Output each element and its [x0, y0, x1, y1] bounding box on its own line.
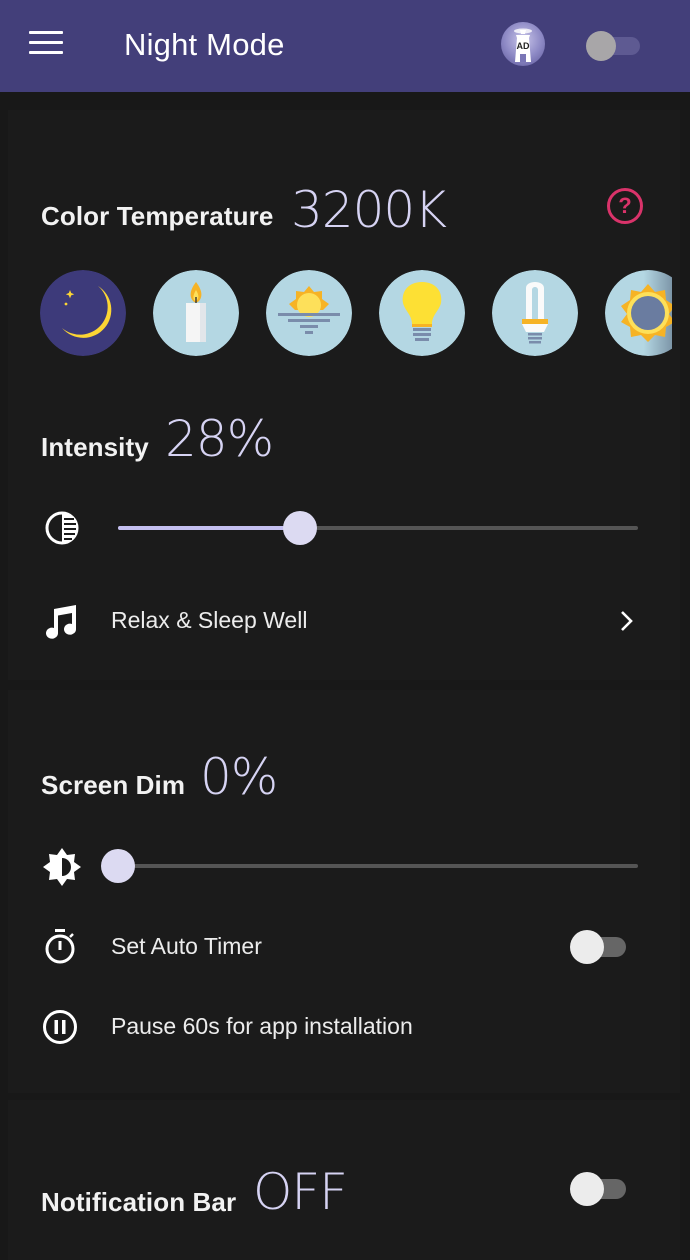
toggle-thumb — [570, 1172, 604, 1206]
screen-dim-label: Screen Dim — [41, 770, 186, 800]
music-note-icon — [46, 605, 77, 639]
app-title: Night Mode — [124, 27, 285, 62]
preset-fluorescent[interactable] — [492, 270, 578, 356]
pause-row[interactable]: Pause 60s for app installation — [8, 997, 680, 1057]
contrast-icon — [45, 511, 79, 545]
auto-timer-row[interactable]: Set Auto Timer — [8, 917, 680, 977]
slider-thumb[interactable] — [283, 511, 317, 545]
night-mode-master-toggle[interactable] — [586, 30, 642, 61]
intensity-value: 28% — [165, 410, 274, 468]
slider-thumb[interactable] — [101, 849, 135, 883]
chevron-right-icon — [621, 611, 633, 631]
preset-sunrise[interactable] — [266, 270, 352, 356]
lighthouse-ad-icon[interactable]: AD — [501, 22, 545, 66]
relax-sleep-row[interactable]: Relax & Sleep Well — [8, 591, 680, 651]
auto-timer-toggle[interactable] — [570, 929, 628, 965]
slider-fill — [118, 526, 300, 530]
candle-icon — [153, 270, 239, 356]
sunrise-icon — [266, 270, 352, 356]
intensity-slider[interactable] — [118, 508, 638, 548]
hamburger-menu-icon[interactable] — [29, 31, 63, 55]
relax-sleep-label: Relax & Sleep Well — [111, 607, 308, 633]
preset-candle[interactable] — [153, 270, 239, 356]
notification-bar-toggle[interactable] — [570, 1171, 628, 1207]
color-temperature-label: Color Temperature — [41, 201, 274, 231]
brightness-icon — [43, 848, 81, 886]
stopwatch-icon — [45, 929, 75, 964]
light-bulb-icon — [379, 270, 465, 356]
intensity-label: Intensity — [41, 432, 149, 462]
screen-dim-value: 0% — [200, 748, 278, 806]
auto-timer-label: Set Auto Timer — [111, 933, 262, 959]
preset-incandescent[interactable] — [379, 270, 465, 356]
help-circle-icon[interactable]: ? — [607, 188, 643, 224]
ad-label: AD — [517, 41, 530, 51]
pause-label: Pause 60s for app installation — [111, 1013, 413, 1039]
screen-dim-slider[interactable] — [101, 846, 638, 886]
moon-icon — [40, 270, 126, 356]
notification-bar-value: OFF — [253, 1163, 348, 1221]
toggle-thumb — [570, 930, 604, 964]
cfl-bulb-icon — [492, 270, 578, 356]
color-temperature-value: 3200K — [291, 181, 447, 239]
app-bar: Night Mode AD — [0, 0, 690, 92]
pause-circle-icon — [43, 1010, 77, 1044]
preset-moon[interactable] — [40, 270, 126, 356]
toggle-thumb — [586, 31, 616, 61]
notification-bar-label: Notification Bar — [41, 1187, 237, 1217]
slider-rail — [118, 864, 638, 868]
